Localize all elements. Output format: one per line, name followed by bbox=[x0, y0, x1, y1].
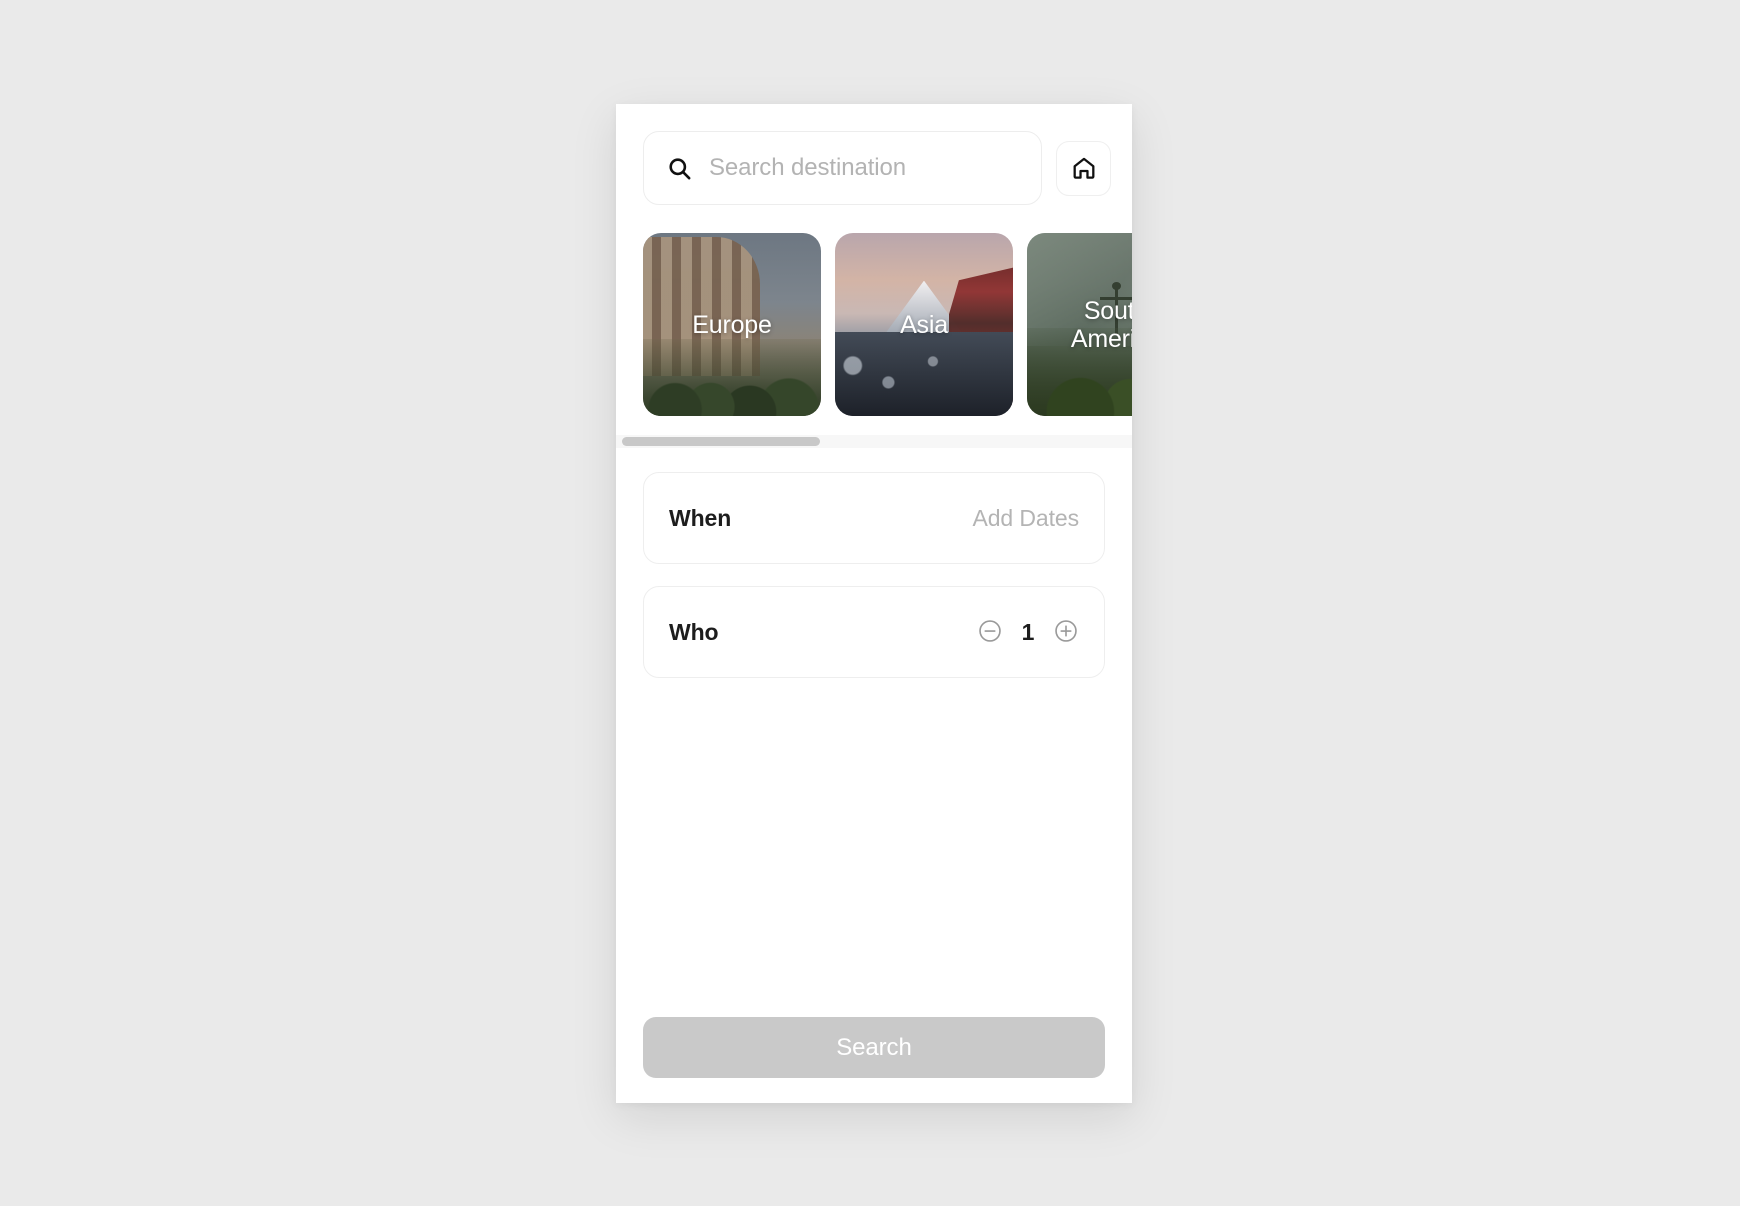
search-submit-button[interactable]: Search bbox=[643, 1017, 1105, 1078]
search-row bbox=[616, 104, 1132, 205]
destination-card-label: Europe bbox=[692, 310, 772, 339]
carousel-scrollbar-track[interactable] bbox=[616, 435, 1132, 448]
options-list: When Add Dates Who 1 bbox=[616, 448, 1132, 678]
circle-minus-icon bbox=[977, 618, 1003, 647]
search-input[interactable] bbox=[709, 154, 1019, 182]
circle-plus-icon bbox=[1053, 618, 1079, 647]
increment-guests-button[interactable] bbox=[1053, 619, 1079, 645]
search-field[interactable] bbox=[643, 131, 1042, 205]
who-label: Who bbox=[669, 618, 719, 645]
guest-count: 1 bbox=[1021, 618, 1035, 645]
destination-card-list[interactable]: Europe Asia South America bbox=[616, 233, 1132, 416]
when-label: When bbox=[669, 504, 732, 531]
when-card[interactable]: When Add Dates bbox=[643, 472, 1105, 564]
footer: Search bbox=[616, 1017, 1132, 1103]
who-card[interactable]: Who 1 bbox=[643, 586, 1105, 678]
screen: Europe Asia South America bbox=[0, 0, 1740, 1206]
destination-card-south-america[interactable]: South America bbox=[1027, 233, 1132, 416]
app-panel: Europe Asia South America bbox=[616, 104, 1132, 1103]
destination-card-label: South America bbox=[1070, 296, 1132, 353]
home-icon bbox=[1071, 155, 1097, 181]
when-value[interactable]: Add Dates bbox=[973, 505, 1080, 532]
home-button[interactable] bbox=[1056, 140, 1111, 196]
decrement-guests-button[interactable] bbox=[977, 619, 1003, 645]
search-icon bbox=[666, 155, 693, 182]
destination-carousel: Europe Asia South America bbox=[616, 233, 1132, 448]
destination-card-asia[interactable]: Asia bbox=[835, 233, 1013, 416]
destination-card-europe[interactable]: Europe bbox=[643, 233, 821, 416]
destination-card-label: Asia bbox=[900, 310, 948, 339]
carousel-scrollbar-thumb[interactable] bbox=[622, 437, 820, 446]
guest-stepper: 1 bbox=[977, 619, 1079, 646]
